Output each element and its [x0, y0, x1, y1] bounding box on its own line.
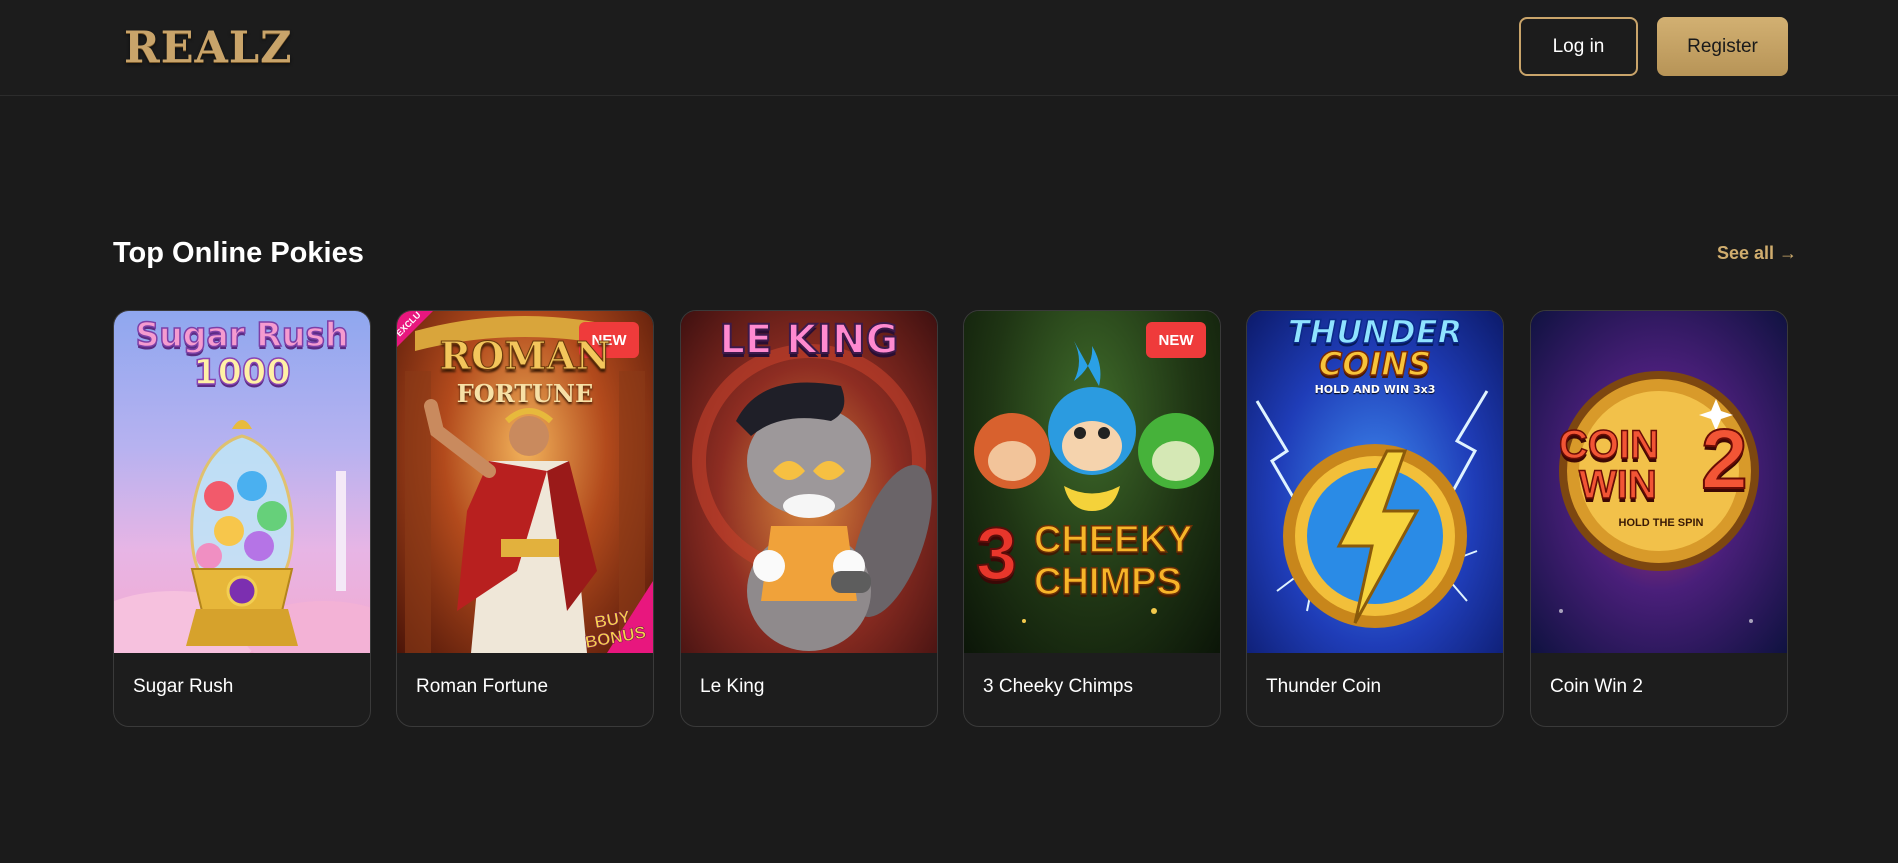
game-card-thunder-coin[interactable]: THUNDER COINS HOLD AND WIN 3x3 Thunder C…: [1246, 310, 1504, 727]
game-thumbnail: NEW EXCLU ROMAN FORTUNE BUY BONUS: [397, 311, 653, 653]
game-thumbnail: NEW 3 CHEEKY CHIMPS: [964, 311, 1220, 653]
game-name: Coin Win 2: [1550, 676, 1643, 697]
art-subtitle: 1000: [193, 352, 292, 394]
game-card-coin-win-2[interactable]: COIN WIN 2 HOLD THE SPIN Coin Win 2: [1530, 310, 1788, 727]
art-title: LE KING: [719, 316, 900, 364]
art-subtitle: FORTUNE: [456, 379, 594, 408]
gold-coin-illustration: [1559, 371, 1759, 623]
logo-text: REALZ: [124, 23, 293, 73]
game-name: Roman Fortune: [416, 676, 549, 697]
hold-the-spin-label: HOLD THE SPIN: [1618, 517, 1704, 529]
realz-logo[interactable]: REALZ: [124, 22, 293, 74]
game-name: 3 Cheeky Chimps: [983, 676, 1133, 697]
site-header: REALZ Log in Register: [0, 0, 1898, 96]
art-title: Sugar Rush: [135, 314, 349, 355]
hold-and-win-label: HOLD AND WIN 3x3: [1314, 383, 1436, 396]
game-thumbnail: Sugar Rush 1000: [114, 311, 370, 653]
register-button[interactable]: Register: [1657, 17, 1788, 76]
art-title: COIN: [1558, 422, 1660, 468]
new-badge: NEW: [1146, 322, 1206, 358]
game-carousel: Sugar Rush 1000 Sugar Rush NEW EXCLU ROM…: [113, 310, 1789, 728]
art-number: 3: [975, 511, 1018, 596]
game-card-le-king[interactable]: LE KING Le King: [680, 310, 938, 727]
art-subtitle: CHIMPS: [1033, 560, 1182, 604]
section-title: Top Online Pokies: [113, 237, 364, 269]
game-thumbnail: THUNDER COINS HOLD AND WIN 3x3: [1247, 311, 1503, 653]
game-thumbnail: LE KING: [681, 311, 937, 653]
game-thumbnail: COIN WIN 2 HOLD THE SPIN: [1531, 311, 1787, 653]
game-card-sugar-rush[interactable]: Sugar Rush 1000 Sugar Rush: [113, 310, 371, 727]
game-card-roman-fortune[interactable]: NEW EXCLU ROMAN FORTUNE BUY BONUS Roman …: [396, 310, 654, 727]
login-button[interactable]: Log in: [1519, 17, 1638, 76]
game-card-3-cheeky-chimps[interactable]: NEW 3 CHEEKY CHIMPS 3 Cheeky Chimps: [963, 310, 1221, 727]
game-name: Thunder Coin: [1266, 676, 1382, 697]
art-number: 2: [1700, 411, 1749, 507]
game-name: Le King: [700, 676, 765, 697]
art-subtitle: COINS: [1318, 344, 1432, 384]
art-title: ROMAN: [439, 333, 611, 379]
art-subtitle: WIN: [1578, 462, 1657, 508]
art-title: CHEEKY: [1033, 518, 1193, 562]
game-name: Sugar Rush: [133, 676, 234, 697]
see-all-link[interactable]: See all →: [1717, 243, 1797, 264]
